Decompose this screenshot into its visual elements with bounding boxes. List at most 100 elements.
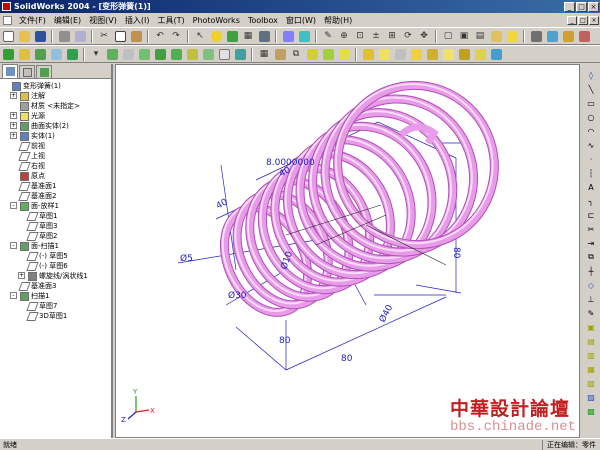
tree-item[interactable]: 材质 <未指定> <box>0 101 111 111</box>
tree-item[interactable]: 3D草图1 <box>0 311 111 321</box>
menu-insert[interactable]: 插入(I) <box>121 15 154 26</box>
sketch-mode-icon[interactable]: ◊ <box>585 69 597 81</box>
dimension-80-right[interactable]: 80 <box>451 247 461 259</box>
doc-close-button[interactable]: × <box>589 15 599 25</box>
sketch-revolve-icon[interactable]: ▤ <box>585 335 597 347</box>
zoom-fit-icon[interactable]: ⊕ <box>337 29 351 43</box>
dimension-tool-icon[interactable]: ◇ <box>585 279 597 291</box>
menu-window[interactable]: 窗口(W) <box>282 15 320 26</box>
dimension-dia5[interactable]: Ø5 <box>180 253 193 264</box>
extend-tool-icon[interactable]: ⇥ <box>585 237 597 249</box>
curves-icon[interactable] <box>305 47 319 61</box>
fillet-sketch-icon[interactable]: ╮ <box>585 195 597 207</box>
centerline-tool-icon[interactable]: ┆ <box>585 167 597 179</box>
solidworks-app-icon[interactable] <box>2 2 11 11</box>
reference-geometry-icon[interactable] <box>337 47 351 61</box>
doc-minimize-button[interactable]: _ <box>567 15 577 25</box>
tree-item[interactable]: 原点 <box>0 171 111 181</box>
zoom-selection-icon[interactable]: ⊞ <box>385 29 399 43</box>
tree-item[interactable]: + 螺旋线/涡状线1 <box>0 271 111 281</box>
shadows-icon[interactable] <box>529 29 543 43</box>
mirror-sketch-icon[interactable]: ⧉ <box>585 251 597 263</box>
loft-tool-icon[interactable] <box>121 47 135 61</box>
edit-color-icon[interactable] <box>225 29 239 43</box>
tree-item[interactable]: - 面-扫描1 <box>0 241 111 251</box>
grid-icon[interactable]: ▦ <box>241 29 255 43</box>
right-view-icon[interactable] <box>425 47 439 61</box>
redo-icon[interactable]: ↷ <box>169 29 183 43</box>
tree-item[interactable]: 上视 <box>0 151 111 161</box>
collapse-icon[interactable]: - <box>10 242 17 249</box>
3d-sketch-icon[interactable] <box>281 29 295 43</box>
dimension-80-bottom-b[interactable]: 80 <box>341 354 353 364</box>
new-file-icon[interactable] <box>1 29 15 43</box>
revolve-icon[interactable]: ▾ <box>89 47 103 61</box>
chamfer-icon[interactable] <box>153 47 167 61</box>
maximize-button[interactable]: □ <box>576 1 587 12</box>
spline-tool-icon[interactable]: ∿ <box>585 139 597 151</box>
rib-icon[interactable] <box>185 47 199 61</box>
menu-photoworks[interactable]: PhotoWorks <box>189 16 244 25</box>
sketch-sweep-icon[interactable]: ▥ <box>585 349 597 361</box>
rebuild-icon[interactable] <box>209 29 223 43</box>
menu-toolbox[interactable]: Toolbox <box>244 16 282 25</box>
dimension-8[interactable]: 8.0000000 <box>266 158 315 168</box>
tree-item[interactable]: + 注解 <box>0 91 111 101</box>
top-view-icon[interactable] <box>441 47 455 61</box>
expand-icon[interactable]: + <box>18 272 25 279</box>
menu-view[interactable]: 视图(V) <box>85 15 121 26</box>
tree-item[interactable]: 变形弹簧(1) <box>0 81 111 91</box>
menu-file[interactable]: 文件(F) <box>15 15 50 26</box>
undo-icon[interactable]: ↶ <box>153 29 167 43</box>
document-icon[interactable] <box>3 15 12 25</box>
zoom-in-out-icon[interactable]: ± <box>369 29 383 43</box>
section-view-icon[interactable] <box>545 29 559 43</box>
mirror-icon[interactable]: ⧉ <box>289 47 303 61</box>
relation-tool-icon[interactable]: ⊥ <box>585 293 597 305</box>
dome-icon[interactable] <box>233 47 247 61</box>
normal-to-icon[interactable] <box>489 47 503 61</box>
doc-restore-button[interactable]: □ <box>578 15 588 25</box>
tab-property-manager[interactable] <box>19 65 35 78</box>
sketch-pencil-icon[interactable]: ✎ <box>585 307 597 319</box>
circle-tool-icon[interactable]: ○ <box>585 111 597 123</box>
sketch-tools-icon[interactable] <box>33 47 47 61</box>
tab-configuration-manager[interactable] <box>36 65 52 78</box>
select-icon[interactable]: ↖ <box>193 29 207 43</box>
hole-icon[interactable] <box>217 47 231 61</box>
tree-item[interactable]: (-) 草图5 <box>0 251 111 261</box>
rotate-view-icon[interactable]: ⟳ <box>401 29 415 43</box>
shaded-edges-icon[interactable] <box>489 29 503 43</box>
line-tool-icon[interactable]: ╲ <box>585 83 597 95</box>
expand-icon[interactable]: + <box>10 92 17 99</box>
dimension-dia30[interactable]: Ø30 <box>228 290 247 301</box>
text-tool-icon[interactable]: A <box>585 181 597 193</box>
fillet-icon[interactable] <box>137 47 151 61</box>
save-icon[interactable] <box>33 29 47 43</box>
sketch-loft-icon[interactable]: ▦ <box>585 363 597 375</box>
hidden-lines-gray-icon[interactable]: ▣ <box>457 29 471 43</box>
expand-icon[interactable]: + <box>10 122 17 129</box>
shaded-icon[interactable] <box>505 29 519 43</box>
print-icon[interactable] <box>57 29 71 43</box>
wireframe-icon[interactable]: ▢ <box>441 29 455 43</box>
rectangle-tool-icon[interactable]: ▭ <box>585 97 597 109</box>
expand-icon[interactable]: + <box>10 132 17 139</box>
tree-item[interactable]: - 面-放样1 <box>0 201 111 211</box>
shell-icon[interactable] <box>169 47 183 61</box>
sketch-extrude-icon[interactable]: ▣ <box>585 321 597 333</box>
menu-edit[interactable]: 编辑(E) <box>50 15 85 26</box>
minimize-button[interactable]: _ <box>564 1 575 12</box>
pencil-icon[interactable]: ✎ <box>321 29 335 43</box>
dimension-80-bottom-a[interactable]: 80 <box>279 336 291 346</box>
tab-feature-manager[interactable] <box>2 64 18 78</box>
sketch-icon[interactable] <box>297 29 311 43</box>
trim-tool-icon[interactable]: ✂ <box>585 223 597 235</box>
tree-item[interactable]: 基准面1 <box>0 181 111 191</box>
bottom-view-icon[interactable] <box>457 47 471 61</box>
offset-tool-icon[interactable]: ⊏ <box>585 209 597 221</box>
tree-item[interactable]: 右视 <box>0 161 111 171</box>
point-tool-icon[interactable]: · <box>585 153 597 165</box>
tree-item[interactable]: 草图3 <box>0 221 111 231</box>
collapse-icon[interactable]: - <box>10 202 17 209</box>
